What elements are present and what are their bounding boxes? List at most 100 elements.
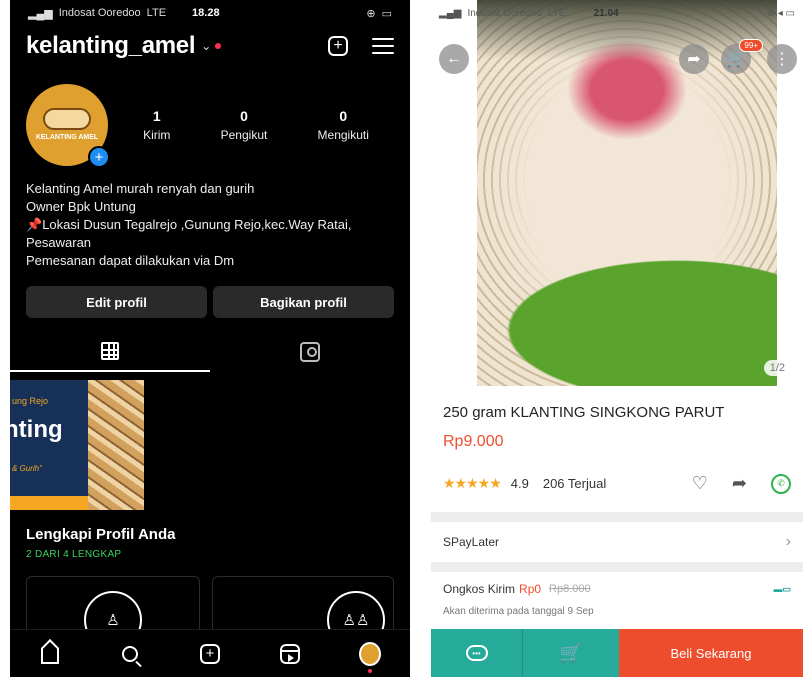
tab-tagged[interactable] — [210, 332, 410, 372]
post-text: ung Rejo — [12, 396, 49, 406]
cart-plus-icon: 🛒 — [559, 642, 583, 663]
alarm-icon: ⊕ — [366, 7, 376, 20]
battery-icon: ▭ — [381, 7, 392, 20]
cart-badge: 99+ — [739, 39, 763, 52]
bio-line: 📌Lokasi Dusun Tegalrejo ,Gunung Rejo,kec… — [26, 217, 352, 250]
profile-actions: Edit profil Bagikan profil — [10, 270, 410, 318]
create-button[interactable]: + — [199, 643, 221, 665]
signal-icon: ▂▄▆ — [28, 7, 53, 20]
complete-profile: Lengkapi Profil Anda 2 DARI 4 LENGKAP — [10, 510, 410, 560]
grid-icon — [101, 342, 119, 360]
profile-header: kelanting_amel ⌄ + — [10, 26, 410, 66]
stat-label: Mengikuti — [317, 128, 369, 142]
profile-button[interactable] — [359, 641, 381, 673]
stat-label: Pengikut — [220, 128, 268, 142]
truck-icon: ▬▭ — [773, 583, 791, 594]
share-button[interactable]: ➦ — [679, 44, 709, 74]
menu-icon[interactable] — [372, 38, 394, 54]
buy-now-button[interactable]: Beli Sekarang — [619, 629, 803, 677]
signal-icon: ▂▄▆ — [439, 7, 462, 19]
shipping-original-price: Rp8.000 — [549, 583, 591, 595]
product-gallery[interactable]: ▂▄▆ Indosat Ooredoo LTE 21.04 ⊕ ◂ ▭ ← ➦ … — [431, 0, 803, 390]
product-price: Rp9.000 — [443, 433, 504, 450]
post-text: nting — [10, 416, 63, 443]
logo-text: KELANTING AMEL — [35, 134, 99, 141]
stat-posts[interactable]: 1 Kirim — [143, 108, 170, 142]
home-button[interactable] — [39, 643, 61, 665]
favorite-icon[interactable]: ♡ — [692, 473, 708, 494]
carrier: Indosat Ooredoo — [467, 7, 542, 19]
chevron-down-icon[interactable]: ⌄ — [201, 39, 211, 53]
username[interactable]: kelanting_amel — [26, 32, 196, 60]
chat-button[interactable]: ••• — [431, 629, 523, 677]
image-counter: 1/2 — [763, 360, 791, 376]
more-button[interactable]: ⋮ — [767, 44, 797, 74]
stat-following[interactable]: 0 Mengikuti — [318, 108, 369, 142]
avatar[interactable]: KELANTING AMEL + — [26, 84, 110, 168]
shipping-row[interactable]: Ongkos Kirim Rp0 Rp8.000 ▬▭ — [431, 572, 803, 596]
share-icon[interactable]: ➦ — [732, 473, 747, 494]
reels-icon — [280, 643, 300, 664]
status-bar: ▂▄▆ Indosat Ooredoo LTE 18.28 ⊕ ▭ — [10, 0, 410, 26]
carrier: Indosat Ooredoo — [58, 7, 141, 19]
battery-icon: ⊕ ◂ ▭ — [766, 7, 795, 19]
stat-label: Kirim — [143, 128, 171, 142]
profile-summary: KELANTING AMEL + 1 Kirim 0 Pengikut 0 Me… — [10, 66, 410, 168]
tab-posts[interactable] — [10, 332, 210, 372]
action-bar: ••• 🛒 Beli Sekarang — [431, 629, 803, 677]
post-stripe — [10, 496, 88, 510]
complete-profile-title: Lengkapi Profil Anda — [26, 526, 176, 543]
cart-button[interactable]: 🛒 99+ — [721, 39, 763, 74]
status-bar: ▂▄▆ Indosat Ooredoo LTE 21.04 ⊕ ◂ ▭ — [431, 0, 803, 26]
stat-value: 0 — [240, 108, 248, 124]
shipping-label: Ongkos Kirim — [443, 582, 516, 596]
create-post-button[interactable]: + — [328, 36, 348, 56]
home-icon — [41, 647, 59, 664]
avatar-icon — [359, 641, 381, 666]
bio: Kelanting Amel murah renyah dan gurih Ow… — [10, 166, 410, 270]
cart-icon: 🛒 — [726, 51, 746, 68]
add-icon: + — [200, 643, 220, 664]
peanut-logo-icon — [43, 108, 91, 130]
shipping-price: Rp0 — [519, 582, 542, 596]
search-button[interactable] — [119, 643, 141, 665]
back-button[interactable]: ← — [439, 44, 469, 74]
complete-profile-progress: 2 DARI 4 LENGKAP — [26, 549, 122, 560]
shopee-screen: ▂▄▆ Indosat Ooredoo LTE 21.04 ⊕ ◂ ▭ ← ➦ … — [431, 0, 803, 677]
stat-followers[interactable]: 0 Pengikut — [221, 108, 268, 142]
post-snack-photo — [88, 380, 144, 510]
share-icon: ➦ — [687, 51, 701, 68]
network-type: LTE — [146, 7, 167, 19]
chevron-right-icon: › — [785, 533, 791, 550]
whatsapp-icon[interactable]: ✆ — [771, 473, 791, 494]
back-arrow-icon: ← — [446, 50, 462, 67]
tagged-icon — [300, 342, 320, 362]
bottom-nav: + — [10, 629, 410, 677]
post-thumbnail[interactable]: ung Rejo nting & Gurih" — [10, 380, 410, 510]
paylater-row[interactable]: SPayLater › — [431, 522, 803, 562]
shipping-note: Akan diterima pada tanggal 9 Sep — [443, 606, 594, 617]
content-tabs — [10, 332, 410, 372]
share-profile-button[interactable]: Bagikan profil — [213, 286, 394, 318]
add-to-cart-button[interactable]: 🛒 — [523, 629, 619, 677]
bio-line: Pemesanan dapat dilakukan via Dm — [26, 253, 235, 268]
active-dot — [368, 668, 372, 673]
product-title: 250 gram KLANTING SINGKONG PARUT — [443, 404, 725, 421]
search-icon — [122, 645, 138, 662]
add-story-icon[interactable]: + — [88, 146, 110, 168]
pin-icon: 📌 — [26, 217, 43, 232]
edit-profile-button[interactable]: Edit profil — [26, 286, 207, 318]
notification-dot — [215, 43, 222, 49]
sold-count: 206 Terjual — [542, 476, 607, 491]
bio-line: Owner Bpk Untung — [26, 199, 136, 214]
divider — [431, 562, 803, 572]
stat-value: 1 — [152, 108, 161, 124]
instagram-screen: ▂▄▆ Indosat Ooredoo LTE 18.28 ⊕ ▭ kelant… — [10, 0, 410, 677]
chat-icon: ••• — [465, 645, 488, 661]
clock: 18.28 — [192, 7, 220, 19]
reels-button[interactable] — [279, 643, 301, 665]
post-text: & Gurih" — [12, 464, 42, 473]
more-icon: ⋮ — [774, 51, 790, 68]
paylater-label: SPayLater — [443, 535, 500, 549]
divider — [431, 512, 803, 522]
